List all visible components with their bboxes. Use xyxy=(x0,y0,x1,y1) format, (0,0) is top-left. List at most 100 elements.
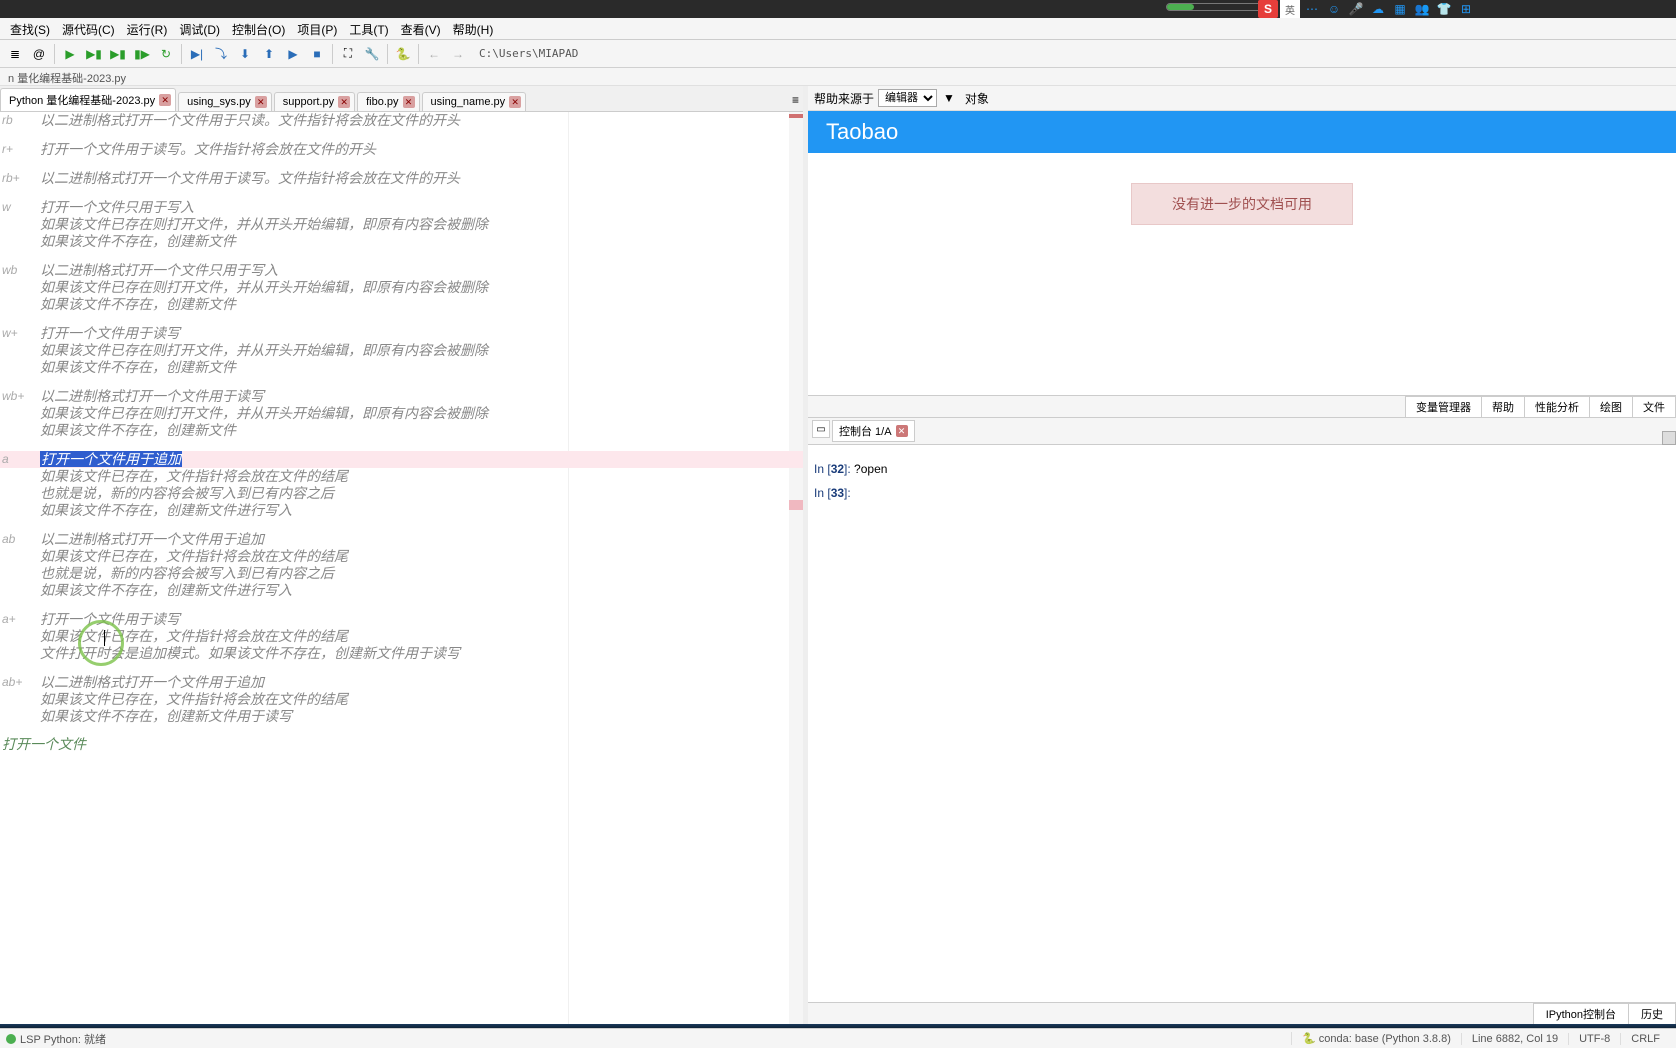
debug-stop-icon[interactable]: ■ xyxy=(306,43,328,65)
run-cell-next-icon[interactable]: ▶▮ xyxy=(107,43,129,65)
tray-cloud-icon[interactable]: ☁ xyxy=(1368,0,1388,18)
sash-handle[interactable] xyxy=(1662,431,1676,445)
code-line[interactable]: 也就是说，新的内容将会被写入到已有内容之后 xyxy=(0,565,803,582)
tab-close-icon[interactable]: ✕ xyxy=(338,96,350,108)
code-line[interactable]: 如果该文件已存在则打开文件，并从开头开始编辑，即原有内容会被删除 xyxy=(0,342,803,359)
code-line[interactable]: 如果该文件已存在，文件指针将会放在文件的结尾 xyxy=(0,691,803,708)
help-banner: Taobao xyxy=(808,111,1676,153)
ime-icon[interactable]: S xyxy=(1258,0,1278,18)
tray-shirt-icon[interactable]: 👕 xyxy=(1434,0,1454,18)
debug-step-icon[interactable]: ⤵ xyxy=(210,43,232,65)
help-pane-tab[interactable]: 绘图 xyxy=(1589,396,1633,417)
tray-user-icon[interactable]: ☺ xyxy=(1324,0,1344,18)
run-icon[interactable]: ▶ xyxy=(59,43,81,65)
code-line[interactable]: 如果该文件已存在，文件指针将会放在文件的结尾 xyxy=(0,468,803,485)
code-line[interactable]: 如果该文件不存在，创建新文件 xyxy=(0,233,803,250)
menu-item[interactable]: 源代码(C) xyxy=(56,18,121,39)
editor-tab[interactable]: fibo.py✕ xyxy=(357,92,419,111)
status-lsp: LSP Python: 就绪 xyxy=(20,1031,106,1047)
code-line[interactable]: w打开一个文件只用于写入 xyxy=(0,199,803,216)
tray-people-icon[interactable]: 👥 xyxy=(1412,0,1432,18)
status-conda[interactable]: 🐍 conda: base (Python 3.8.8) xyxy=(1291,1032,1461,1045)
tab-close-icon[interactable]: ✕ xyxy=(159,94,171,106)
help-pane-tab[interactable]: 性能分析 xyxy=(1524,396,1590,417)
code-line[interactable]: 如果该文件不存在，创建新文件 xyxy=(0,296,803,313)
nav-back-icon[interactable]: ← xyxy=(423,43,445,65)
console-collapse-icon[interactable]: ▭ xyxy=(812,420,830,438)
editor-scrollbar[interactable] xyxy=(789,112,803,1024)
python-path-icon[interactable]: 🐍 xyxy=(392,43,414,65)
menu-item[interactable]: 工具(T) xyxy=(343,18,394,39)
code-line[interactable]: 如果该文件不存在，创建新文件 xyxy=(0,422,803,439)
debug-out-icon[interactable]: ⬆ xyxy=(258,43,280,65)
tray-grid-icon[interactable]: ⊞ xyxy=(1456,0,1476,18)
editor-tab[interactable]: using_name.py✕ xyxy=(422,92,527,111)
right-pane: 帮助来源于 编辑器 ▼ 对象 Taobao 没有进一步的文档可用 变量管理器帮助… xyxy=(808,86,1676,1024)
max-icon[interactable]: ⛶ xyxy=(337,43,359,65)
debug-run-icon[interactable]: ▶ xyxy=(282,43,304,65)
console-line[interactable]: In [33]: xyxy=(814,481,1670,505)
menu-item[interactable]: 查看(V) xyxy=(395,18,447,39)
code-line[interactable]: 如果该文件已存在则打开文件，并从开头开始编辑，即原有内容会被删除 xyxy=(0,279,803,296)
code-line[interactable]: 如果该文件已存在，文件指针将会放在文件的结尾 xyxy=(0,548,803,565)
tray-dots-icon[interactable]: ⋯ xyxy=(1302,0,1322,18)
menu-item[interactable]: 调试(D) xyxy=(173,18,226,39)
menu-item[interactable]: 控制台(O) xyxy=(226,18,291,39)
nav-fwd-icon[interactable]: → xyxy=(447,43,469,65)
help-pane-tab[interactable]: 帮助 xyxy=(1481,396,1525,417)
editor-tab[interactable]: Python 量化编程基础-2023.py✕ xyxy=(0,88,176,111)
code-line[interactable]: a+打开一个文件用于读写 xyxy=(0,611,803,628)
rerun-icon[interactable]: ↻ xyxy=(155,43,177,65)
code-line[interactable]: ab以二进制格式打开一个文件用于追加 xyxy=(0,531,803,548)
code-line[interactable]: w+打开一个文件用于读写 xyxy=(0,325,803,342)
code-line[interactable]: 如果该文件不存在，创建新文件进行写入 xyxy=(0,582,803,599)
tabs-overflow-icon[interactable]: ≡ xyxy=(788,89,803,111)
toolbar-at-icon[interactable]: @ xyxy=(28,43,50,65)
help-pane-tab[interactable]: 变量管理器 xyxy=(1405,396,1482,417)
console-tab[interactable]: 控制台 1/A ✕ xyxy=(832,420,915,442)
console-bottom-tab[interactable]: IPython控制台 xyxy=(1533,1003,1629,1024)
help-source-select[interactable]: 编辑器 xyxy=(878,89,937,107)
code-line[interactable]: 如果该文件不存在，创建新文件进行写入 xyxy=(0,502,803,519)
settings-icon[interactable]: 🔧 xyxy=(361,43,383,65)
code-line[interactable]: 打开一个文件 xyxy=(0,737,803,754)
toolbar-menu-icon[interactable]: ≣ xyxy=(4,43,26,65)
code-line[interactable]: 文件打开时会是追加模式。如果该文件不存在，创建新文件用于读写 xyxy=(0,645,803,662)
code-line[interactable]: 如果该文件已存在，文件指针将会放在文件的结尾 xyxy=(0,628,803,645)
code-line[interactable]: 如果该文件已存在则打开文件，并从开头开始编辑，即原有内容会被删除 xyxy=(0,216,803,233)
tray-box-icon[interactable]: ▦ xyxy=(1390,0,1410,18)
menu-item[interactable]: 查找(S) xyxy=(4,18,56,39)
tab-close-icon[interactable]: ✕ xyxy=(255,96,267,108)
menu-item[interactable]: 帮助(H) xyxy=(447,18,500,39)
console-bottom-tab[interactable]: 历史 xyxy=(1628,1003,1676,1024)
code-line[interactable]: a打开一个文件用于追加 xyxy=(0,451,803,468)
menu-item[interactable]: 运行(R) xyxy=(121,18,174,39)
code-line[interactable]: wb以二进制格式打开一个文件只用于写入 xyxy=(0,262,803,279)
console-tab-close-icon[interactable]: ✕ xyxy=(896,425,908,437)
code-line[interactable]: 如果该文件不存在，创建新文件 xyxy=(0,359,803,376)
editor-tab[interactable]: using_sys.py✕ xyxy=(178,92,272,111)
editor-tab[interactable]: support.py✕ xyxy=(274,92,355,111)
run-cell-icon[interactable]: ▶▮ xyxy=(83,43,105,65)
console-line[interactable]: In [32]: ?open xyxy=(814,457,1670,481)
tab-close-icon[interactable]: ✕ xyxy=(509,96,521,108)
ime-lang[interactable]: 英 xyxy=(1280,0,1300,18)
debug-continue-icon[interactable]: ▶| xyxy=(186,43,208,65)
console-bottom-tabs: IPython控制台历史 xyxy=(808,1002,1676,1024)
help-pane-tab[interactable]: 文件 xyxy=(1632,396,1676,417)
code-line[interactable]: 如果该文件已存在则打开文件，并从开头开始编辑，即原有内容会被删除 xyxy=(0,405,803,422)
menu-item[interactable]: 项目(P) xyxy=(291,18,343,39)
code-line[interactable]: 如果该文件不存在，创建新文件用于读写 xyxy=(0,708,803,725)
code-editor[interactable]: rb以二进制格式打开一个文件用于只读。文件指针将会放在文件的开头 r+打开一个文件… xyxy=(0,112,803,1024)
code-line[interactable]: ab+以二进制格式打开一个文件用于追加 xyxy=(0,674,803,691)
tab-close-icon[interactable]: ✕ xyxy=(403,96,415,108)
tray-mic-icon[interactable]: 🎤 xyxy=(1346,0,1366,18)
code-line[interactable]: wb+以二进制格式打开一个文件用于读写 xyxy=(0,388,803,405)
code-line[interactable]: rb以二进制格式打开一个文件用于只读。文件指针将会放在文件的开头 xyxy=(0,112,803,129)
code-line[interactable]: rb+以二进制格式打开一个文件用于读写。文件指针将会放在文件的开头 xyxy=(0,170,803,187)
code-line[interactable]: r+打开一个文件用于读写。文件指针将会放在文件的开头 xyxy=(0,141,803,158)
code-line[interactable]: 也就是说，新的内容将会被写入到已有内容之后 xyxy=(0,485,803,502)
ipython-console[interactable]: In [32]: ?openIn [33]: xyxy=(808,445,1676,1002)
run-selection-icon[interactable]: ▮▶ xyxy=(131,43,153,65)
debug-into-icon[interactable]: ⬇ xyxy=(234,43,256,65)
